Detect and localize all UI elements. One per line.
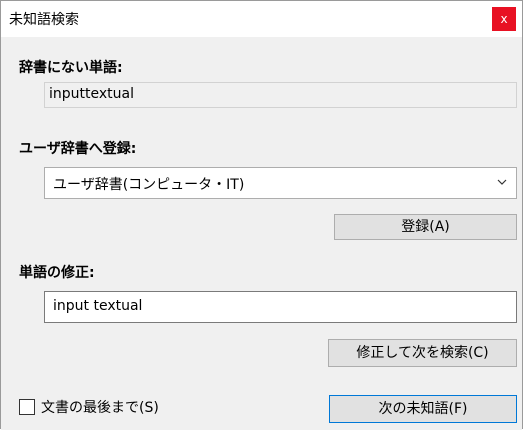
next-unknown-word-button-label: 次の未知語(F) — [378, 401, 468, 417]
window-title: 未知語検索 — [9, 12, 79, 28]
fix-and-search-button[interactable]: 修正して次を検索(C) — [328, 339, 517, 367]
correction-label: 単語の修正: — [19, 265, 95, 281]
register-button-label: 登録(A) — [401, 219, 450, 235]
close-icon: x — [500, 12, 508, 26]
unknown-word-field: inputtextual — [44, 82, 517, 108]
register-button[interactable]: 登録(A) — [334, 214, 517, 240]
to-end-of-document-label[interactable]: 文書の最後まで(S) — [41, 397, 159, 417]
next-unknown-word-button[interactable]: 次の未知語(F) — [329, 395, 517, 423]
dictionary-selected-text: ユーザ辞書(コンピュータ・IT) — [53, 177, 245, 193]
fix-and-search-button-label: 修正して次を検索(C) — [356, 345, 489, 361]
title-bar: 未知語検索 x — [1, 1, 522, 37]
corrected-word-input[interactable]: input textual — [44, 291, 517, 323]
to-end-of-document-checkbox[interactable] — [19, 399, 35, 415]
not-in-dictionary-label: 辞書にない単語: — [19, 60, 123, 76]
dialog-content: 辞書にない単語: inputtextual ユーザ辞書へ登録: ユーザ辞書(コン… — [1, 37, 522, 430]
register-to-label: ユーザ辞書へ登録: — [19, 141, 137, 157]
close-button[interactable]: x — [492, 7, 516, 31]
unknown-word-dialog: 未知語検索 x 辞書にない単語: inputtextual ユーザ辞書へ登録: … — [0, 0, 523, 430]
chevron-down-icon — [497, 179, 507, 185]
dictionary-select[interactable]: ユーザ辞書(コンピュータ・IT) — [44, 167, 517, 199]
corrected-word-text: input textual — [53, 298, 143, 314]
unknown-word-text: inputtextual — [49, 86, 134, 102]
